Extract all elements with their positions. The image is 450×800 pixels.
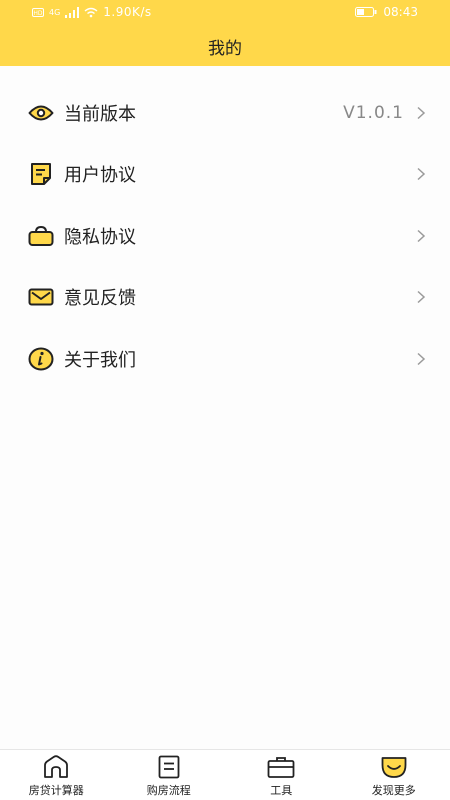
chevron-right-icon (417, 106, 426, 119)
status-left: HD 4G 1.90K/s (32, 5, 152, 19)
svg-text:HD: HD (33, 10, 43, 17)
menu-item-privacy[interactable]: 隐私协议 (0, 205, 450, 267)
chevron-right-icon (417, 229, 426, 242)
menu-item-feedback[interactable]: 意见反馈 (0, 267, 450, 329)
bag-icon (27, 222, 55, 250)
nav-label: 发现更多 (371, 784, 416, 797)
nav-label: 工具 (270, 784, 293, 797)
menu-item-version[interactable]: 当前版本 V1.0.1 (0, 82, 450, 144)
menu-item-about[interactable]: 关于我们 (0, 328, 450, 390)
wifi-icon (84, 7, 98, 17)
nav-label: 房贷计算器 (28, 784, 84, 797)
eye-icon (27, 99, 55, 127)
chevron-right-icon (417, 291, 426, 304)
status-bar: HD 4G 1.90K/s 08:43 (0, 0, 450, 26)
toolbox-icon (267, 757, 295, 778)
list-icon (158, 755, 180, 779)
menu-item-label: 当前版本 (64, 103, 136, 125)
clock: 08:43 (383, 5, 418, 19)
home-icon (44, 755, 69, 778)
mail-icon (27, 283, 55, 311)
info-icon (27, 345, 55, 373)
net-speed: 1.90K/s (103, 5, 152, 19)
nav-item-discover-more[interactable]: 发现更多 (338, 750, 450, 800)
signal-type-label: 4G (49, 7, 61, 17)
bottom-nav: 房贷计算器 购房流程 工具 发现更多 (0, 749, 450, 800)
nav-label: 购房流程 (146, 784, 191, 797)
app-header: HD 4G 1.90K/s 08:43 我的 (0, 0, 450, 66)
settings-menu: 当前版本 V1.0.1 用户协议 隐私协议 意见反馈 关于我们 (0, 82, 450, 390)
status-right: 08:43 (355, 5, 418, 19)
chevron-right-icon (417, 352, 426, 365)
sim-icon: HD (32, 7, 44, 17)
signal-icon (65, 6, 80, 18)
nav-item-purchase-process[interactable]: 购房流程 (113, 750, 226, 800)
battery-icon (355, 7, 377, 17)
menu-item-label: 关于我们 (64, 349, 136, 371)
menu-item-user-agreement[interactable]: 用户协议 (0, 144, 450, 206)
nav-item-mortgage-calculator[interactable]: 房贷计算器 (0, 750, 113, 800)
document-icon (27, 160, 55, 188)
chevron-right-icon (417, 168, 426, 181)
nav-item-tools[interactable]: 工具 (225, 750, 338, 800)
menu-item-label: 用户协议 (64, 165, 136, 187)
version-value: V1.0.1 (343, 102, 404, 123)
menu-item-label: 意见反馈 (64, 288, 136, 310)
page-title: 我的 (208, 39, 242, 59)
smile-icon (381, 757, 407, 778)
menu-item-label: 隐私协议 (64, 226, 136, 248)
